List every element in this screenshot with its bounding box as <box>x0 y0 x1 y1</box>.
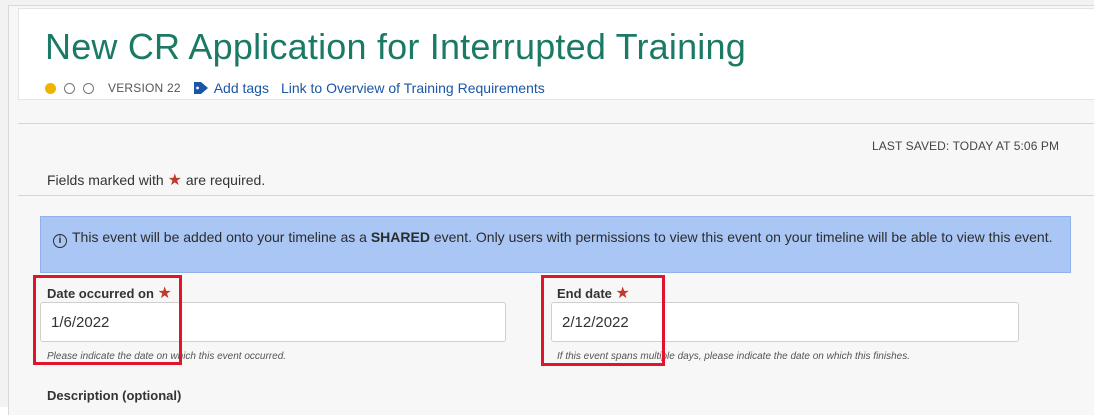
status-dot-empty <box>64 82 75 94</box>
version-label: VERSION 22 <box>108 81 181 95</box>
required-star-icon: ★ <box>167 172 182 189</box>
status-dot-empty <box>83 82 94 94</box>
highlight-box-date-occurred <box>33 275 182 365</box>
app-frame: New CR Application for Interrupted Train… <box>0 0 1094 415</box>
required-fields-note: Fields marked with ★ are required. <box>47 170 265 190</box>
shared-event-info-banner: i This event will be added onto your time… <box>40 216 1071 273</box>
page-title: New CR Application for Interrupted Train… <box>45 26 746 67</box>
last-saved-status: LAST SAVED: TODAY AT 5:06 PM <box>872 139 1060 153</box>
training-requirements-link[interactable]: Link to Overview of Training Requirement… <box>281 80 545 96</box>
banner-text-after: event. Only users with permissions to vi… <box>433 229 1053 245</box>
info-icon: i <box>53 234 67 248</box>
banner-text-before: This event will be added onto your timel… <box>72 229 367 245</box>
required-note-prefix: Fields marked with <box>47 172 164 188</box>
status-dot-filled <box>45 82 56 94</box>
required-note-suffix: are required. <box>185 172 266 188</box>
section-divider <box>18 123 1094 124</box>
section-divider <box>18 195 1094 196</box>
banner-bold-text: SHARED <box>370 229 430 245</box>
meta-row: VERSION 22 Add tags Link to Overview of … <box>45 79 557 97</box>
tag-icon[interactable] <box>193 81 209 95</box>
highlight-box-end-date <box>541 275 665 366</box>
page-header: New CR Application for Interrupted Train… <box>18 8 1094 100</box>
description-label: Description (optional) <box>47 388 182 403</box>
add-tags-link[interactable]: Add tags <box>214 80 269 96</box>
